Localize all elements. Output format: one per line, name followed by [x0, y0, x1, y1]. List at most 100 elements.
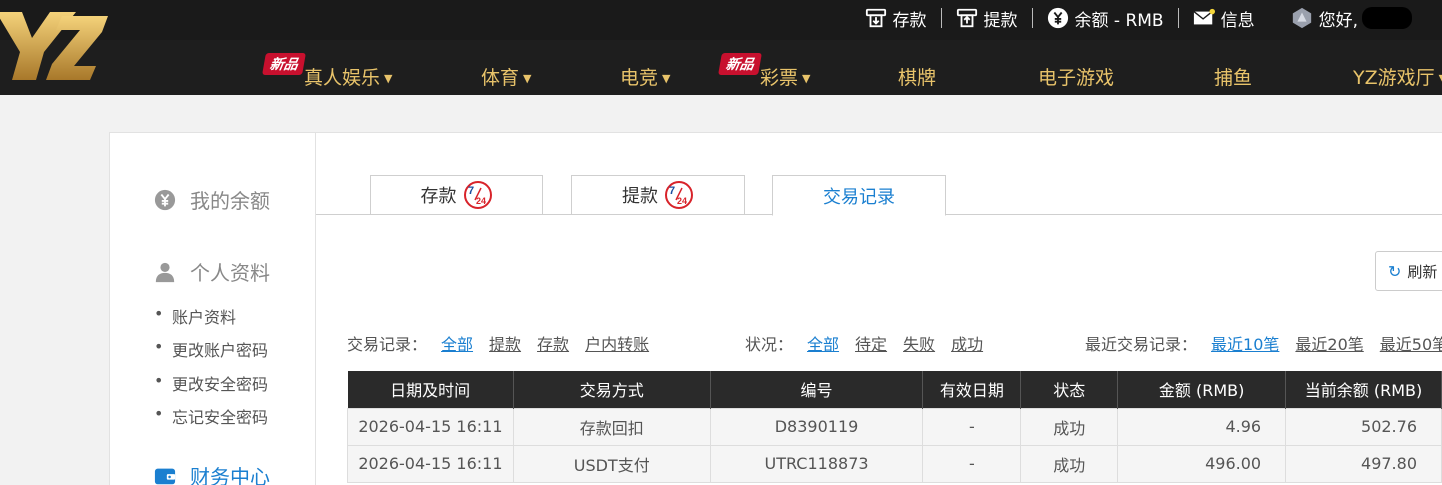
tab-label: 交易记录 — [823, 186, 895, 208]
column-header: 当前余额 (RMB) — [1285, 371, 1442, 408]
withdraw-link[interactable]: 提款 — [942, 0, 1032, 36]
deposit-link[interactable]: 存款 — [851, 0, 941, 36]
status-filter: 状况： 全部 待定 失败 成功 — [745, 331, 999, 355]
type-filter: 交易记录： 全部 提款 存款 户内转账 — [347, 331, 665, 355]
svg-text:7: 7 — [669, 185, 675, 197]
column-header: 编号 — [710, 371, 924, 408]
status-filter-all[interactable]: 全部 — [807, 331, 839, 355]
type-filter-all[interactable]: 全部 — [441, 331, 473, 355]
tab-withdraw[interactable]: 提款 7 24 — [571, 175, 745, 215]
nav-label: 体育 — [481, 67, 520, 89]
messages-link[interactable]: 信息 — [1179, 0, 1269, 36]
withdraw-label: 提款 — [983, 10, 1018, 31]
wallet-icon — [154, 465, 176, 485]
user-icon — [154, 261, 176, 283]
balance-link[interactable]: 余额 - RMB — [1033, 0, 1178, 36]
cell-reference: D8390119 — [709, 407, 924, 446]
cell-method: USDT支付 — [512, 444, 711, 483]
tab-label: 提款 — [622, 186, 658, 207]
deposit-label: 存款 — [892, 10, 927, 31]
cell-balance: 502.76 — [1285, 407, 1442, 446]
recent-filter-10[interactable]: 最近10笔 — [1211, 331, 1279, 355]
cell-valid-date: - — [922, 444, 1022, 483]
nav-lottery[interactable]: 新品 彩票 ▼ — [718, 53, 811, 90]
column-header: 有效日期 — [922, 371, 1022, 408]
nav-esports[interactable]: 电竞 ▼ — [620, 63, 670, 90]
caret-down-icon: ▼ — [1439, 72, 1442, 85]
top-header: 存款 提款 余额 - RMB 信息 您好, 新品 真人娱乐 ▼ 体育 ▼ 电竞 … — [0, 0, 1442, 95]
status-filter-failed[interactable]: 失败 — [903, 331, 935, 355]
user-menu[interactable]: 您好, — [1269, 0, 1442, 36]
utility-menu: 存款 提款 余额 - RMB 信息 您好, — [851, 0, 1442, 36]
sidebar-item-balance[interactable]: 我的余额 — [154, 185, 270, 214]
column-header: 日期及时间 — [347, 371, 514, 408]
yuan-coin-icon — [1047, 7, 1069, 29]
nav-label: 棋牌 — [898, 67, 937, 89]
sidebar-item-label: 财务中心 — [190, 465, 270, 485]
cell-datetime: 2026-04-15 16:11 — [347, 444, 514, 483]
refresh-button[interactable]: ↻ 刷新 — [1375, 251, 1442, 291]
atm-withdraw-icon — [956, 7, 978, 29]
cell-balance: 497.80 — [1285, 444, 1442, 483]
sidebar-item-label: 我的余额 — [190, 189, 270, 213]
service-24-7-icon: 7 24 — [463, 180, 493, 210]
recent-filter: 最近交易记录： 最近10笔 最近20笔 最近50笔 — [1085, 331, 1442, 355]
nav-label: 电竞 — [620, 67, 659, 89]
sidebar-item-profile[interactable]: 个人资料 — [154, 257, 270, 286]
status-filter-success[interactable]: 成功 — [951, 331, 983, 355]
cell-reference: UTRC118873 — [709, 444, 924, 483]
new-badge: 新品 — [262, 53, 306, 75]
recent-filter-label: 最近交易记录： — [1085, 335, 1198, 354]
sidebar-subitem-account-info[interactable]: 账户资料 — [154, 304, 236, 328]
nav-chess-cards[interactable]: 棋牌 — [898, 63, 936, 90]
yuan-coin-icon — [154, 189, 176, 211]
table-header-row: 日期及时间 交易方式 编号 有效日期 状态 金额 (RMB) 当前余额 (RMB… — [347, 371, 1442, 408]
nav-slots[interactable]: 电子游戏 — [1038, 63, 1114, 90]
sidebar-subitem-change-security-password[interactable]: 更改安全密码 — [154, 371, 268, 395]
svg-text:24: 24 — [476, 196, 486, 206]
cell-status: 成功 — [1020, 444, 1119, 483]
nav-label: 彩票 — [760, 67, 799, 89]
column-header: 金额 (RMB) — [1117, 371, 1287, 408]
nav-fishing[interactable]: 捕鱼 — [1214, 63, 1252, 90]
nav-sports[interactable]: 体育 ▼ — [481, 63, 531, 90]
type-filter-label: 交易记录： — [347, 335, 428, 354]
sidebar-subitem-forgot-security-password[interactable]: 忘记安全密码 — [154, 404, 268, 428]
finance-panel: 存款 7 24 提款 7 24 交易记录 ↻ 刷新 交易记录： 全部 提款 存款 户… — [316, 132, 1442, 485]
table-row: 2026-04-15 16:11 USDT支付 UTRC118873 - 成功 … — [347, 444, 1442, 483]
recent-filter-50[interactable]: 最近50笔 — [1380, 331, 1442, 355]
refresh-label: 刷新 — [1407, 262, 1438, 281]
type-filter-deposit[interactable]: 存款 — [537, 331, 569, 355]
recent-filter-20[interactable]: 最近20笔 — [1295, 331, 1363, 355]
tab-transaction-records[interactable]: 交易记录 — [772, 175, 946, 216]
caret-down-icon: ▼ — [384, 72, 393, 85]
cell-valid-date: - — [922, 407, 1022, 446]
nav-yz-arcade[interactable]: YZ游戏厅 ▼ — [1353, 63, 1442, 90]
sidebar-subitem-change-password[interactable]: 更改账户密码 — [154, 337, 268, 361]
tab-deposit[interactable]: 存款 7 24 — [370, 175, 543, 215]
username-redacted — [1362, 7, 1412, 29]
column-header: 状态 — [1020, 371, 1119, 408]
new-badge: 新品 — [718, 53, 762, 75]
nav-label: 捕鱼 — [1214, 67, 1253, 89]
user-rank-icon — [1291, 7, 1313, 29]
column-header: 交易方式 — [513, 371, 711, 408]
caret-down-icon: ▼ — [662, 72, 671, 85]
nav-label: 真人娱乐 — [304, 67, 381, 89]
sidebar-item-finance[interactable]: 财务中心 — [154, 461, 270, 485]
sidebar-item-label: 个人资料 — [190, 261, 270, 285]
account-sidebar: 我的余额 个人资料 账户资料 更改账户密码 更改安全密码 忘记安全密码 财务中心 — [109, 132, 316, 485]
cell-method: 存款回扣 — [512, 407, 711, 446]
cell-amount: 496.00 — [1117, 444, 1287, 483]
atm-deposit-icon — [865, 7, 887, 29]
messages-label: 信息 — [1220, 10, 1255, 31]
cell-status: 成功 — [1020, 407, 1119, 446]
caret-down-icon: ▼ — [523, 72, 532, 85]
type-filter-transfer[interactable]: 户内转账 — [585, 331, 649, 355]
nav-live-casino[interactable]: 新品 真人娱乐 ▼ — [262, 53, 393, 90]
caret-down-icon: ▼ — [802, 72, 811, 85]
cell-datetime: 2026-04-15 16:11 — [347, 407, 514, 446]
type-filter-withdraw[interactable]: 提款 — [489, 331, 521, 355]
status-filter-pending[interactable]: 待定 — [855, 331, 887, 355]
transaction-table: 日期及时间 交易方式 编号 有效日期 状态 金额 (RMB) 当前余额 (RMB… — [347, 371, 1442, 483]
